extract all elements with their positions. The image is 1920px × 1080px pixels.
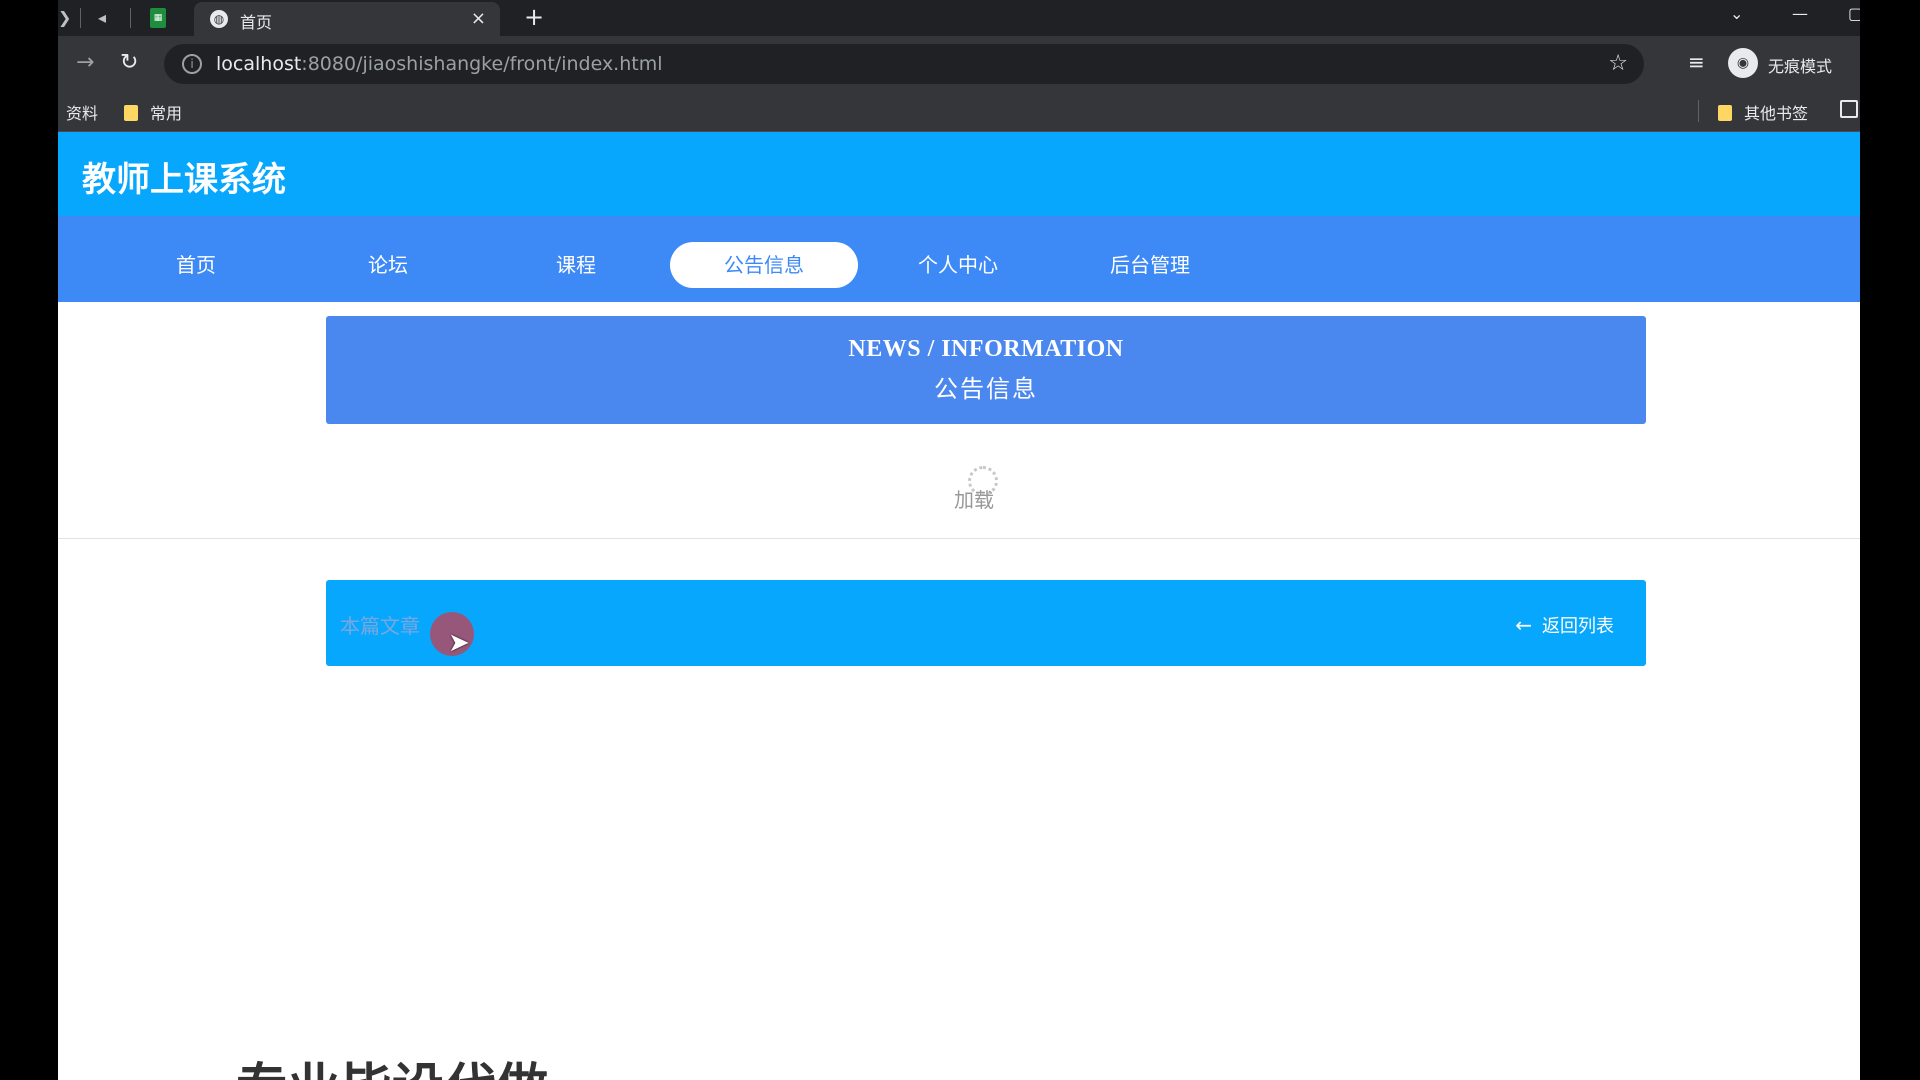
incognito-label[interactable]: 无痕模式 bbox=[1768, 53, 1832, 77]
nav-profile[interactable]: 个人中心 bbox=[864, 242, 1052, 288]
globe-icon: ◍ bbox=[210, 10, 228, 28]
other-bookmarks-folder[interactable]: 其他书签 bbox=[1718, 100, 1808, 124]
arrow-left-icon: ← bbox=[1515, 613, 1532, 637]
nav-courses[interactable]: 课程 bbox=[482, 242, 670, 288]
bookmark-item[interactable]: 资料 bbox=[66, 100, 98, 124]
bookmark-separator bbox=[1698, 100, 1699, 122]
tab-separator bbox=[80, 8, 81, 28]
sheets-tab-icon[interactable]: ▦ bbox=[150, 8, 166, 28]
address-bar[interactable]: i localhost:8080/jiaoshishangke/front/in… bbox=[164, 44, 1644, 84]
minimize-icon[interactable]: — bbox=[1792, 4, 1808, 23]
banner-title-en: NEWS / INFORMATION bbox=[848, 336, 1124, 362]
forward-icon[interactable]: → bbox=[76, 50, 94, 75]
mouse-cursor-icon: ➤ bbox=[448, 628, 470, 658]
detail-title: 本篇文章 bbox=[340, 614, 420, 638]
divider bbox=[58, 538, 1860, 539]
article-heading: 专业毕设代做 bbox=[236, 1046, 548, 1080]
new-tab-button[interactable]: + bbox=[524, 3, 544, 31]
main-nav: 首页 论坛 课程 公告信息 个人中心 后台管理 bbox=[58, 216, 1860, 302]
maximize-icon[interactable]: ▢ bbox=[1848, 4, 1860, 23]
nav-announcements[interactable]: 公告信息 bbox=[670, 242, 858, 288]
bookmark-folder[interactable]: 常用 bbox=[124, 100, 182, 124]
tab-search-chevron-icon[interactable]: ⌄ bbox=[1730, 4, 1743, 23]
muted-tab-icon[interactable]: ◂ bbox=[98, 8, 106, 27]
active-tab[interactable]: ◍ 首页 × bbox=[194, 2, 500, 36]
bookmark-star-icon[interactable]: ☆ bbox=[1608, 51, 1628, 76]
tab-strip: ❯ ◂ ▦ ◍ 首页 × + ⌄ — ▢ bbox=[58, 0, 1860, 36]
info-icon[interactable]: i bbox=[182, 54, 202, 74]
close-tab-icon[interactable]: × bbox=[471, 8, 486, 29]
tab-separator bbox=[130, 8, 131, 28]
browser-toolbar: → ↻ i localhost:8080/jiaoshishangke/fron… bbox=[58, 36, 1860, 92]
folder-icon bbox=[1718, 105, 1732, 121]
back-to-list-link[interactable]: ← 返回列表 bbox=[1515, 612, 1614, 638]
loading-text: 加载 bbox=[954, 488, 994, 512]
news-banner: NEWS / INFORMATION 公告信息 bbox=[326, 316, 1646, 424]
detail-header: 本篇文章 ← 返回列表 bbox=[326, 580, 1646, 666]
nav-admin[interactable]: 后台管理 bbox=[1056, 242, 1244, 288]
reading-list-icon[interactable]: ≡ bbox=[1688, 50, 1705, 74]
reload-icon[interactable]: ↻ bbox=[120, 50, 138, 75]
nav-home[interactable]: 首页 bbox=[102, 242, 290, 288]
site-title: 教师上课系统 bbox=[82, 160, 286, 200]
previous-tab-icon[interactable]: ❯ bbox=[58, 8, 71, 27]
banner-title-cn: 公告信息 bbox=[934, 375, 1038, 403]
url-text[interactable]: localhost:8080/jiaoshishangke/front/inde… bbox=[216, 53, 663, 75]
bookmarks-bar: 资料 常用 其他书签 bbox=[58, 92, 1860, 132]
nav-forum[interactable]: 论坛 bbox=[294, 242, 482, 288]
site-header: 教师上课系统 bbox=[58, 132, 1860, 216]
incognito-icon[interactable]: ◉ bbox=[1728, 48, 1758, 78]
tab-title: 首页 bbox=[240, 13, 273, 32]
browser-window: ❯ ◂ ▦ ◍ 首页 × + ⌄ — ▢ → ↻ i localhost:808… bbox=[58, 0, 1860, 1080]
loading-indicator: 加载 bbox=[954, 466, 1014, 516]
reading-list-panel-icon[interactable] bbox=[1840, 100, 1858, 118]
folder-icon bbox=[124, 105, 138, 121]
